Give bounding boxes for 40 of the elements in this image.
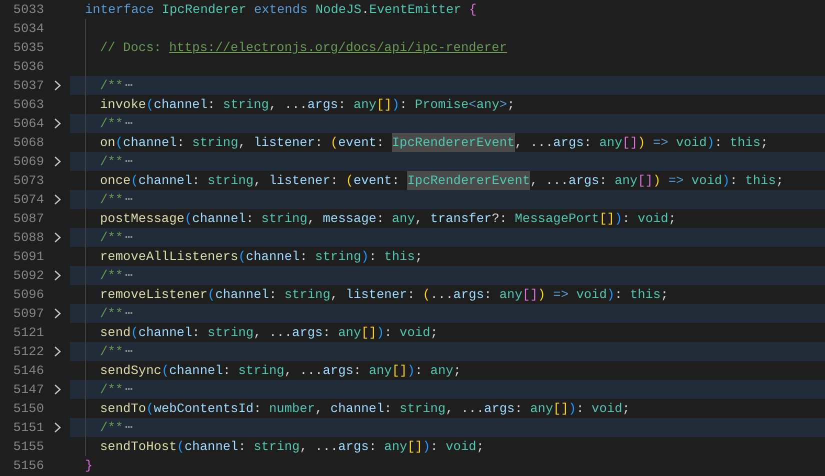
doc-link[interactable]: https://electronjs.org/docs/api/ipc-renderer [169,38,508,57]
line-number: 5068 [12,134,44,152]
line-number: 5096 [12,286,44,304]
chevron-right-icon[interactable] [54,308,60,319]
line-number: 5035 [12,39,44,57]
chevron-right-icon[interactable] [54,422,60,433]
line-number: 5122 [12,343,44,361]
line-number: 5147 [12,381,44,399]
chevron-right-icon[interactable] [54,270,60,281]
line-number: 5063 [12,96,44,114]
line-number: 5155 [12,438,44,456]
line-number: 5087 [12,210,44,228]
line-number: 5091 [12,248,44,266]
line-number: 5088 [12,229,44,247]
line-number: 5146 [12,362,44,380]
line-number: 5069 [12,153,44,171]
line-number: 5033 [12,1,44,19]
line-number: 5150 [12,400,44,418]
code-line: sendToHost(channel: string, ...args: any[]): void; [70,437,825,456]
line-number: 5074 [12,191,44,209]
chevron-right-icon[interactable] [54,346,60,357]
line-number: 5036 [12,58,44,76]
chevron-right-icon[interactable] [54,118,60,129]
line-number: 5151 [12,419,44,437]
line-number: 5121 [12,324,44,342]
line-number: 5092 [12,267,44,285]
code-line: interface IpcRenderer extends NodeJS.EventEmitter { [84,1,478,19]
code-line: } [84,457,94,475]
chevron-right-icon[interactable] [54,80,60,91]
line-number: 5034 [12,20,44,38]
chevron-right-icon[interactable] [54,384,60,395]
code-comment: // Docs: [100,39,162,57]
line-number: 5156 [12,457,44,475]
chevron-right-icon[interactable] [54,156,60,167]
line-number: 5037 [12,77,44,95]
line-number: 5073 [12,172,44,190]
line-number: 5097 [12,305,44,323]
chevron-right-icon[interactable] [54,232,60,243]
line-number: 5064 [12,115,44,133]
chevron-right-icon[interactable] [54,194,60,205]
